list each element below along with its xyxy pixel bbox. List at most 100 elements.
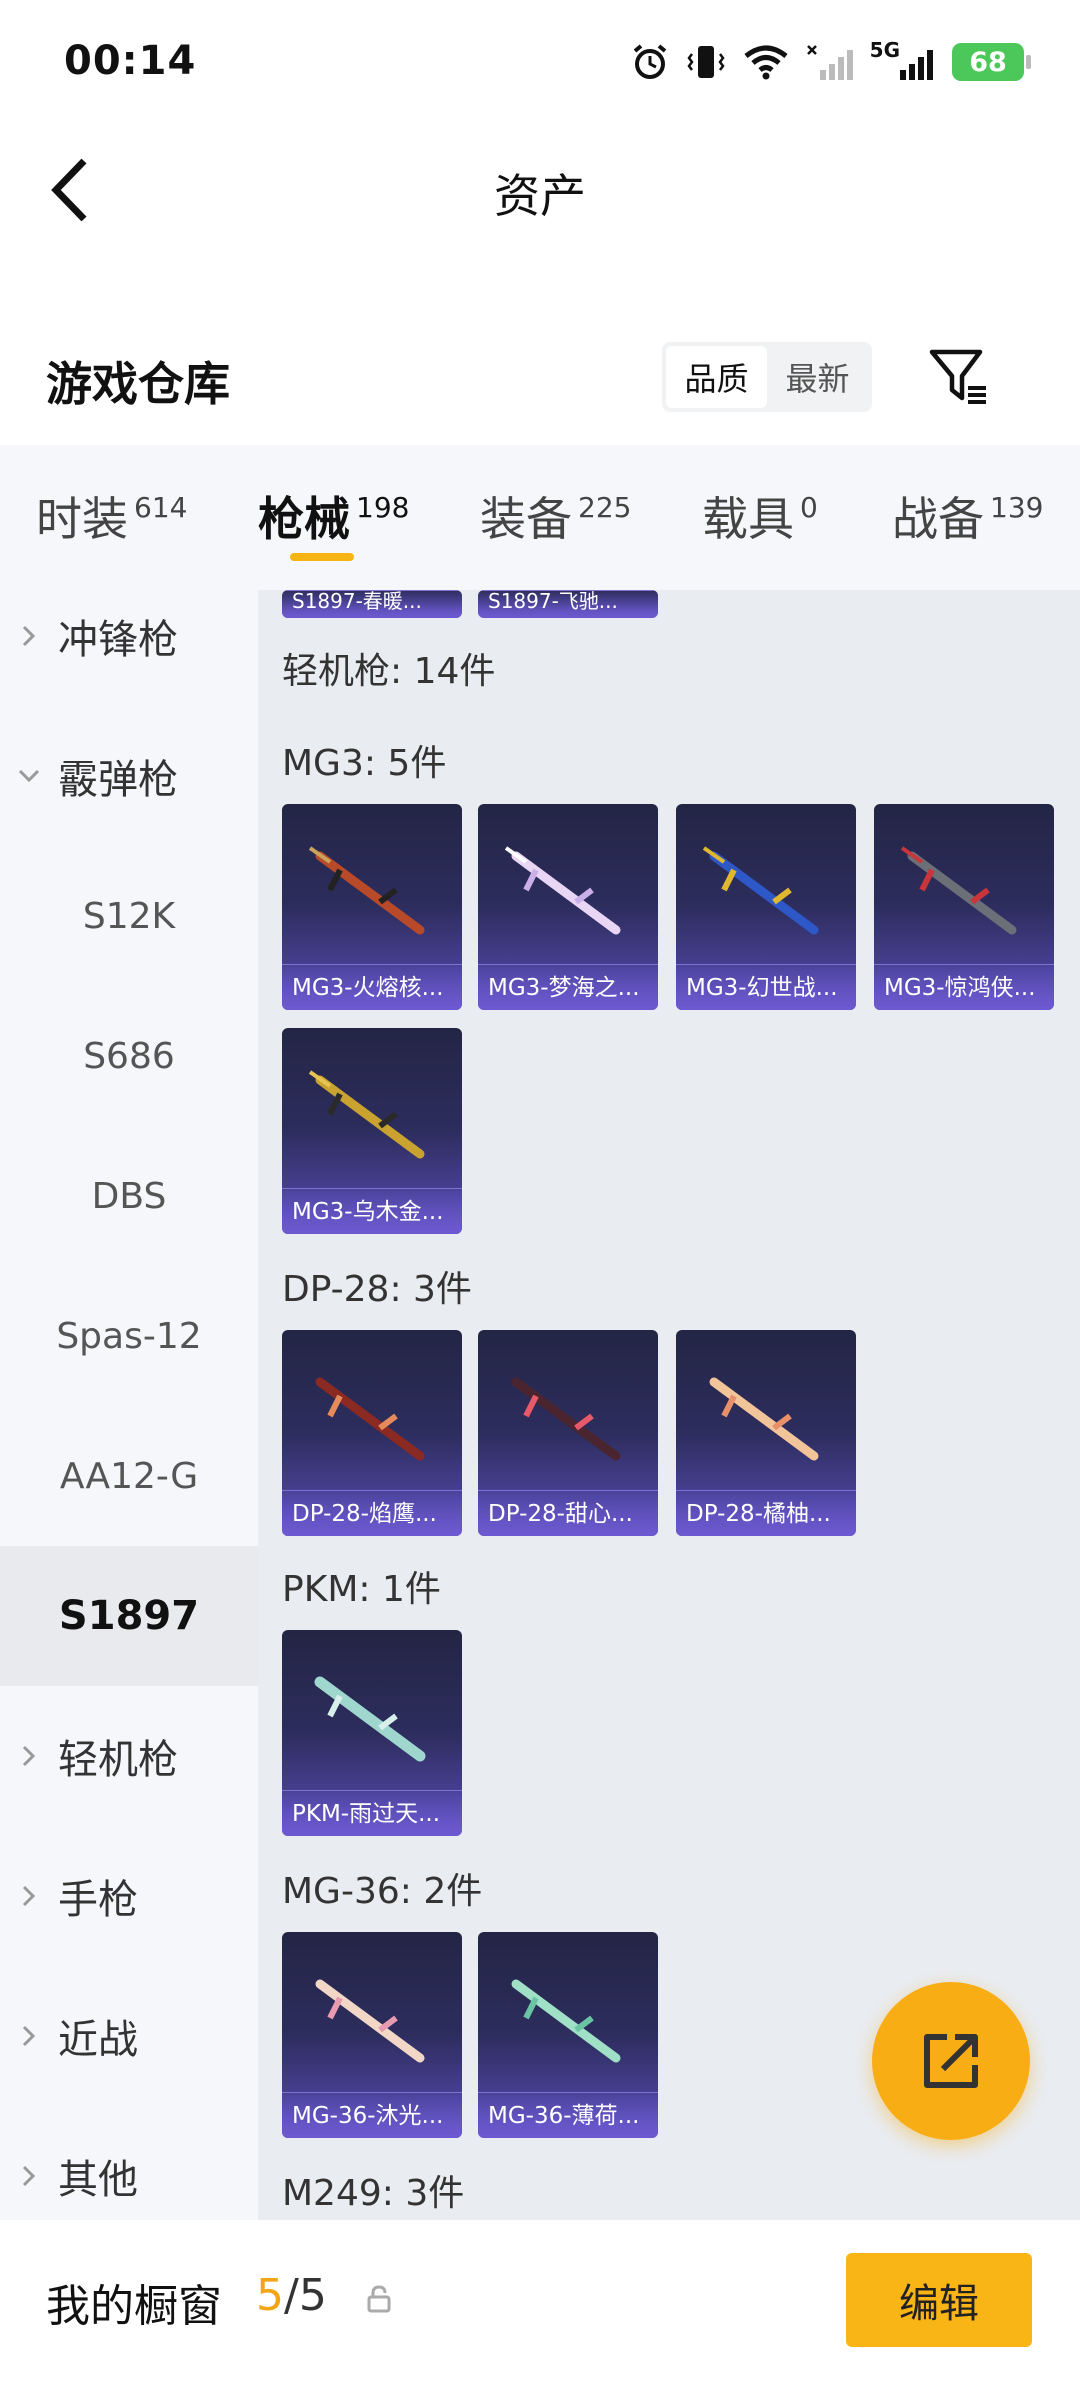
weapon-card-name: S1897-春暖... <box>282 590 462 618</box>
sidebar-item-label: 冲锋枪 <box>58 617 178 663</box>
weapon-card[interactable]: DP-28-甜心... <box>478 1330 658 1536</box>
weapon-card-name: DP-28-甜心... <box>478 1490 658 1536</box>
network-type-label: 5G <box>869 38 900 62</box>
tab-count: 198 <box>356 491 410 524</box>
category-count-label: 轻机枪: 14件 <box>282 651 496 692</box>
sidebar-subitem-s12k[interactable]: S12K <box>0 846 258 986</box>
sidebar-item-other[interactable]: 其他 <box>0 2106 258 2220</box>
sidebar-subitem-spas12[interactable]: Spas-12 <box>0 1266 258 1406</box>
weapon-card[interactable]: DP-28-橘柚... <box>676 1330 856 1536</box>
weapon-card-name: DP-28-橘柚... <box>676 1490 856 1536</box>
edit-button[interactable]: 编辑 <box>846 2253 1032 2347</box>
rifle-icon <box>308 846 425 935</box>
sort-newest-option[interactable]: 最新 <box>767 346 868 408</box>
tab-label: 枪械 <box>258 492 350 546</box>
rifle-icon <box>504 846 621 935</box>
sidebar-item-melee[interactable]: 近战 <box>0 1966 258 2106</box>
sidebar-item-lmg[interactable]: 轻机枪 <box>0 1686 258 1826</box>
tab-count: 225 <box>578 491 632 524</box>
weapon-card[interactable]: MG3-惊鸿侠... <box>874 804 1054 1010</box>
warehouse-title: 游戏仓库 <box>46 357 230 411</box>
weapon-card[interactable]: MG3-乌木金... <box>282 1028 462 1234</box>
group-title: PKM: 1件 <box>282 1569 441 1610</box>
sidebar-item-label: 轻机枪 <box>58 1737 178 1783</box>
sidebar-subitem-s686[interactable]: S686 <box>0 986 258 1126</box>
weapon-card-name: MG3-惊鸿侠... <box>874 964 1054 1010</box>
chevron-right-icon <box>0 2024 58 2048</box>
chevron-right-icon <box>0 624 58 648</box>
rifle-icon <box>315 1979 425 2063</box>
tab-fashion[interactable]: 时装 614 <box>36 483 187 549</box>
weapon-card[interactable]: MG3-梦海之... <box>478 804 658 1010</box>
signal-weak-icon <box>806 45 853 80</box>
sidebar-item-label: 霰弹枪 <box>58 757 178 803</box>
tab-count: 139 <box>990 491 1044 524</box>
weapon-grid: S1897-春暖... S1897-飞驰... 轻机枪: 14件 MG3: 5件… <box>258 590 1080 2220</box>
tab-label: 装备 <box>480 492 572 546</box>
tab-count: 614 <box>134 491 188 524</box>
weapon-card[interactable]: S1897-春暖... <box>282 590 462 618</box>
tab-firearms[interactable]: 枪械 198 <box>258 483 409 549</box>
weapon-card-name: MG3-幻世战... <box>676 964 856 1010</box>
weapon-card[interactable]: S1897-飞驰... <box>478 590 658 618</box>
page-title: 资产 <box>494 169 586 223</box>
warehouse-header: 游戏仓库 品质 最新 <box>0 330 1080 430</box>
status-time: 00:14 <box>64 38 197 84</box>
showcase-total: /5 <box>284 2270 327 2321</box>
rifle-icon <box>900 846 1017 935</box>
status-bar: 00:14 5G 68 <box>0 0 1080 120</box>
tab-equipment[interactable]: 装备 225 <box>480 483 631 549</box>
tab-label: 时装 <box>36 492 128 546</box>
weapon-card-name: S1897-飞驰... <box>478 590 658 618</box>
weapon-card-name: MG3-梦海之... <box>478 964 658 1010</box>
sidebar-item-shotgun[interactable]: 霰弹枪 <box>0 706 258 846</box>
weapon-card[interactable]: MG3-火熔核... <box>282 804 462 1010</box>
lock-icon <box>367 2285 391 2313</box>
sidebar-subitem-s1897[interactable]: S1897 <box>0 1546 258 1686</box>
weapon-card-name: MG3-火熔核... <box>282 964 462 1010</box>
alarm-icon <box>633 44 666 79</box>
category-tabs: 时装 614 枪械 198 装备 225 载具 0 战备 139 <box>0 445 1080 590</box>
tab-label: 战备 <box>892 492 984 546</box>
sidebar-item-label: 其他 <box>58 2157 138 2203</box>
group-title: MG3: 5件 <box>282 743 447 784</box>
chevron-right-icon <box>0 2164 58 2188</box>
sort-quality-option[interactable]: 品质 <box>666 346 767 408</box>
rifle-icon <box>511 1979 621 2063</box>
rifle-icon <box>308 1070 425 1159</box>
sidebar-item-pistol[interactable]: 手枪 <box>0 1826 258 1966</box>
tab-vehicles[interactable]: 载具 0 <box>702 483 818 549</box>
sort-toggle: 品质 最新 <box>662 342 872 412</box>
rifle-icon <box>511 1377 621 1461</box>
weapon-card[interactable]: DP-28-焰鹰... <box>282 1330 462 1536</box>
sidebar-item-smg[interactable]: 冲锋枪 <box>0 590 258 706</box>
tab-count: 0 <box>800 491 818 524</box>
rifle-icon <box>709 1377 819 1461</box>
filter-icon[interactable] <box>926 344 990 408</box>
vibrate-icon <box>687 46 725 78</box>
weapon-card-name: MG-36-薄荷... <box>478 2092 658 2138</box>
battery-level: 68 <box>969 46 1007 78</box>
showcase-current: 5 <box>256 2270 284 2321</box>
weapon-card-name: PKM-雨过天... <box>282 1790 462 1836</box>
chevron-right-icon <box>0 1884 58 1908</box>
chevron-down-icon <box>0 768 58 784</box>
share-button[interactable] <box>872 1982 1030 2140</box>
showcase-bar: 我的橱窗 5/5 编辑 <box>0 2220 1080 2382</box>
weapon-card[interactable]: PKM-雨过天... <box>282 1630 462 1836</box>
weapon-card-name: MG-36-沐光... <box>282 2092 462 2138</box>
tab-label: 载具 <box>702 492 794 546</box>
sidebar-subitem-aa12g[interactable]: AA12-G <box>0 1406 258 1546</box>
weapon-card[interactable]: MG-36-薄荷... <box>478 1932 658 2138</box>
sidebar-subitem-dbs[interactable]: DBS <box>0 1126 258 1266</box>
status-icons: 5G 68 <box>630 38 1031 84</box>
weapon-card[interactable]: MG-36-沐光... <box>282 1932 462 2138</box>
showcase-count: 5/5 <box>256 2270 327 2321</box>
tab-supplies[interactable]: 战备 139 <box>892 483 1043 549</box>
sidebar-item-label: 近战 <box>58 2017 138 2063</box>
group-title: M249: 3件 <box>282 2173 465 2214</box>
weapon-type-sidebar: 冲锋枪 霰弹枪 S12K S686 DBS Spas-12 AA12-G S18… <box>0 590 258 2220</box>
weapon-card[interactable]: MG3-幻世战... <box>676 804 856 1010</box>
wifi-icon <box>744 45 788 80</box>
rifle-icon <box>702 846 819 935</box>
